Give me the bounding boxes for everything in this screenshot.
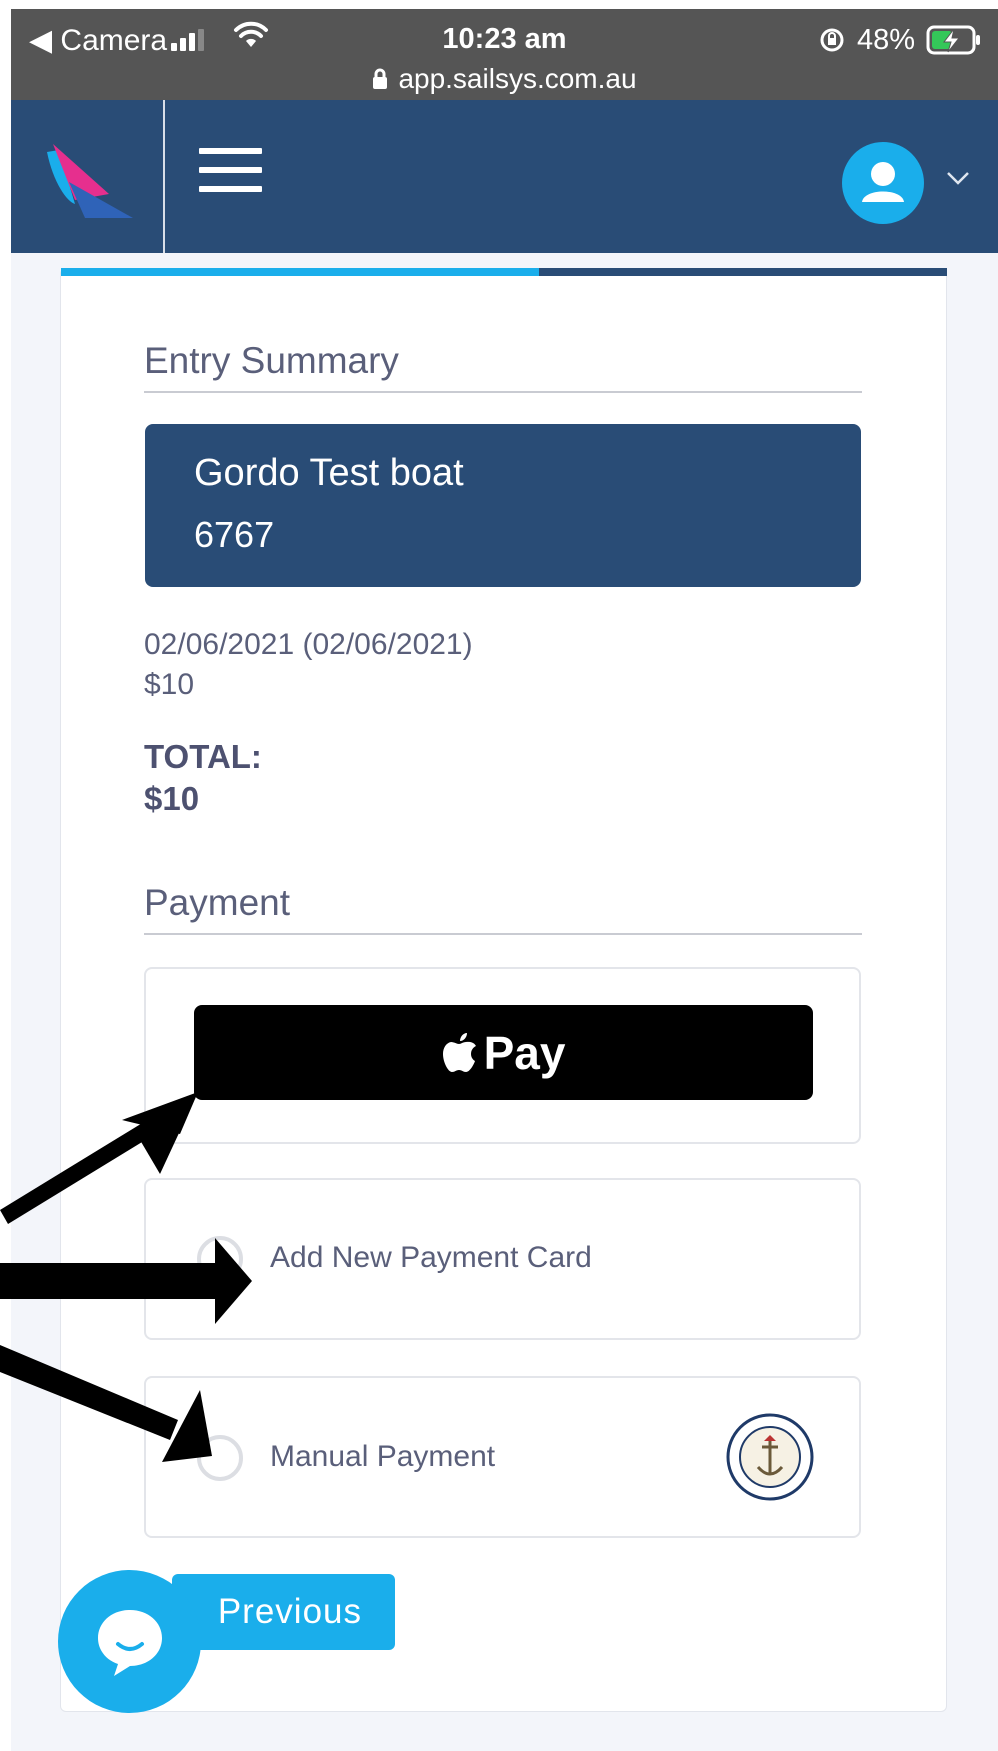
battery-charging-icon <box>926 25 980 55</box>
total-label: TOTAL: <box>144 738 262 775</box>
chat-launcher-button[interactable] <box>58 1570 201 1713</box>
header-divider <box>163 100 165 253</box>
entry-price: $10 <box>144 668 195 701</box>
manual-payment-label[interactable]: Manual Payment <box>270 1440 495 1474</box>
boat-name: Gordo Test boat <box>194 452 464 494</box>
previous-button[interactable]: Previous <box>172 1574 395 1650</box>
lock-icon <box>373 68 388 89</box>
apple-pay-button[interactable]: Pay <box>194 1005 813 1100</box>
manual-payment-radio[interactable] <box>197 1435 243 1481</box>
ios-status-bar: ◀ Camera 10:23 am app.sailsys.com.au 48% <box>11 9 998 100</box>
add-payment-card-label[interactable]: Add New Payment Card <box>270 1241 592 1275</box>
entry-summary-heading: Entry Summary <box>144 340 862 393</box>
club-crest-icon <box>726 1413 814 1501</box>
address-bar[interactable]: app.sailsys.com.au <box>11 63 998 95</box>
user-avatar-icon[interactable] <box>842 142 924 224</box>
hamburger-menu-icon[interactable] <box>199 148 262 205</box>
step-progress-bar <box>61 268 947 276</box>
sailsys-logo-icon[interactable] <box>45 142 133 219</box>
url-text: app.sailsys.com.au <box>398 63 637 94</box>
apple-logo-icon <box>442 1032 476 1072</box>
entry-date: 02/06/2021 (02/06/2021) <box>144 628 473 661</box>
boat-summary-card: Gordo Test boat 6767 <box>145 424 861 587</box>
user-silhouette-icon <box>862 162 904 202</box>
add-payment-card-radio[interactable] <box>197 1236 243 1282</box>
rotation-lock-icon <box>820 28 844 52</box>
total-value: $10 <box>144 780 200 817</box>
sail-number: 6767 <box>194 514 275 555</box>
payment-heading: Payment <box>144 882 862 935</box>
progress-fill <box>61 268 540 276</box>
chat-bubble-icon <box>98 1610 162 1676</box>
clock-time: 10:23 am <box>442 23 567 55</box>
chevron-down-icon[interactable] <box>946 171 970 185</box>
apple-pay-label: Pay <box>483 1026 566 1079</box>
app-header <box>11 100 998 253</box>
battery-percentage: 48% <box>857 24 916 56</box>
